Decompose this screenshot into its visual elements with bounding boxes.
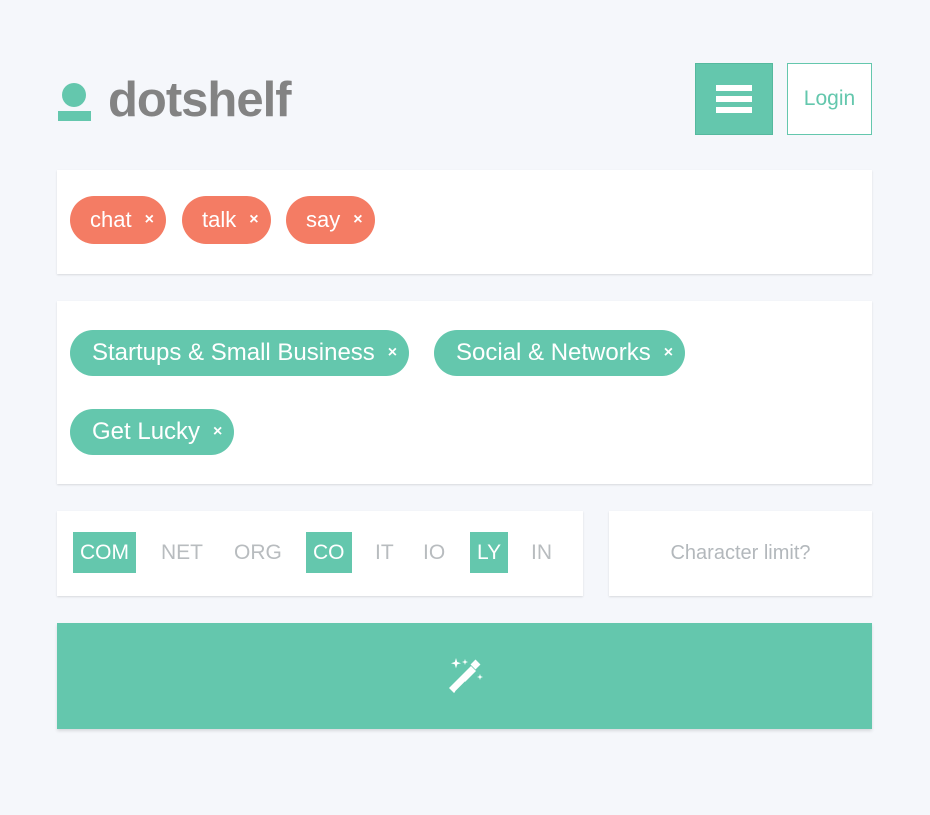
category-tag: Get Lucky × <box>70 409 235 455</box>
menu-button[interactable] <box>695 63 773 135</box>
tld-co[interactable]: CO <box>306 532 352 573</box>
magic-wand-icon <box>448 658 483 694</box>
keyword-tag: say × <box>286 196 375 244</box>
remove-tag-icon[interactable]: × <box>145 211 154 229</box>
category-tag: Social & Networks × <box>434 330 686 376</box>
remove-tag-icon[interactable]: × <box>213 423 222 441</box>
brand-name: dotshelf <box>108 73 292 127</box>
tld-it[interactable]: IT <box>368 532 401 573</box>
remove-tag-icon[interactable]: × <box>353 211 362 229</box>
tld-selector: COM NET ORG CO IT IO LY IN <box>57 511 583 596</box>
tld-in[interactable]: IN <box>524 532 559 573</box>
person-icon <box>58 75 92 125</box>
remove-tag-icon[interactable]: × <box>249 211 258 229</box>
keyword-tag: talk × <box>182 196 271 244</box>
category-label: Startups & Small Business <box>92 339 375 366</box>
keyword-label: talk <box>202 207 237 232</box>
remove-tag-icon[interactable]: × <box>664 344 673 362</box>
categories-panel[interactable]: Startups & Small Business × Social & Net… <box>57 301 872 484</box>
keyword-tag: chat × <box>70 196 166 244</box>
generate-button[interactable] <box>57 623 872 729</box>
tld-net[interactable]: NET <box>154 532 210 573</box>
tld-com[interactable]: COM <box>73 532 136 573</box>
tld-ly[interactable]: LY <box>470 532 509 573</box>
keywords-panel[interactable]: chat × talk × say × <box>57 170 872 274</box>
keyword-label: say <box>306 207 341 232</box>
hamburger-icon <box>716 85 752 113</box>
category-tag: Startups & Small Business × <box>70 330 410 376</box>
category-label: Social & Networks <box>456 339 651 366</box>
character-limit-panel <box>609 511 872 596</box>
remove-tag-icon[interactable]: × <box>388 344 397 362</box>
tld-org[interactable]: ORG <box>227 532 289 573</box>
keyword-label: chat <box>90 207 132 232</box>
tld-io[interactable]: IO <box>416 532 452 573</box>
character-limit-input[interactable] <box>609 511 872 596</box>
category-label: Get Lucky <box>92 418 201 445</box>
login-button[interactable]: Login <box>787 63 872 135</box>
logo[interactable]: dotshelf <box>58 72 292 128</box>
